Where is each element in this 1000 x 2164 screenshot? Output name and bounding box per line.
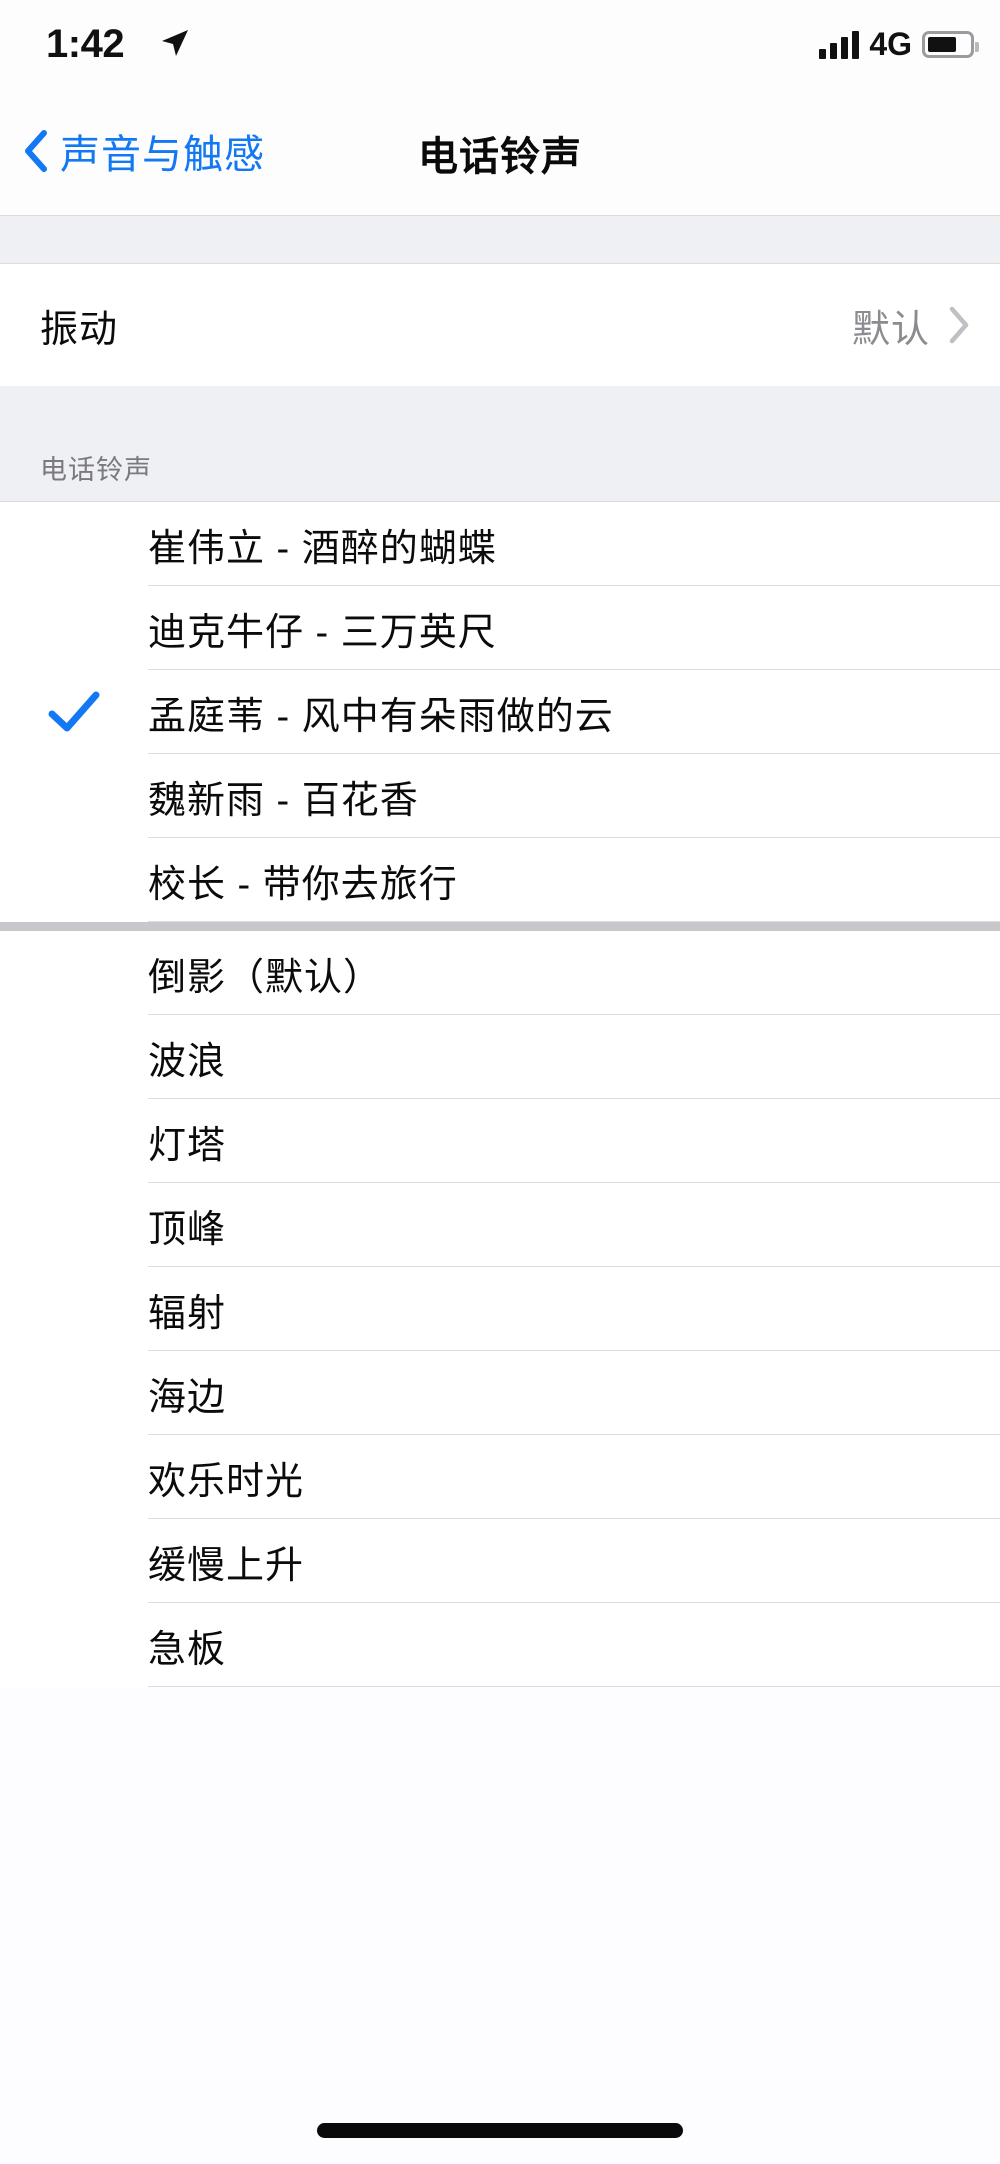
default-ringtone-row[interactable]: 倒影（默认） xyxy=(0,931,1000,1015)
status-bar: 1:42 4G xyxy=(0,0,1000,96)
list-section-divider xyxy=(0,922,1000,931)
vibration-row[interactable]: 振动 默认 xyxy=(0,264,1000,386)
default-ringtone-list: 倒影（默认） 波浪灯塔顶峰辐射海边欢乐时光缓慢上升急板 xyxy=(0,931,1000,1687)
custom-ringtone-row[interactable]: 魏新雨 - 百花香 xyxy=(0,754,1000,838)
default-ringtone-row[interactable]: 急板 xyxy=(0,1603,1000,1687)
default-ringtone-row[interactable]: 顶峰 xyxy=(0,1183,1000,1267)
default-ringtone-row[interactable]: 欢乐时光 xyxy=(0,1435,1000,1519)
custom-ringtone-label: 魏新雨 - 百花香 xyxy=(148,779,419,822)
custom-ringtone-label: 迪克牛仔 - 三万英尺 xyxy=(148,611,497,654)
vibration-value: 默认 xyxy=(851,308,930,351)
default-ringtone-row[interactable]: 缓慢上升 xyxy=(0,1519,1000,1603)
default-ringtone-label: 倒影（默认） xyxy=(148,956,383,999)
vibration-value-group: 默认 xyxy=(852,298,970,353)
custom-ringtone-row[interactable]: 迪克牛仔 - 三万英尺 xyxy=(0,586,1000,670)
home-indicator[interactable] xyxy=(317,2123,683,2138)
section-gap-top xyxy=(0,216,1000,264)
location-arrow-icon xyxy=(160,28,190,58)
custom-ringtone-list: 崔伟立 - 酒醉的蝴蝶 迪克牛仔 - 三万英尺孟庭苇 - 风中有朵雨做的云 魏新雨 … xyxy=(0,502,1000,922)
vibration-label: 振动 xyxy=(40,308,119,351)
checkmark-icon xyxy=(0,690,148,734)
page-title: 电话铃声 xyxy=(418,135,582,179)
default-ringtone-label: 顶峰 xyxy=(148,1208,227,1251)
default-ringtone-label: 欢乐时光 xyxy=(148,1460,305,1503)
ios-ringtone-settings-screen: 1:42 4G 声音与触感 电话铃声 振动 默认 电话铃声 崔伟立 - 酒醉的蝴… xyxy=(0,0,1000,2164)
custom-ringtone-label: 孟庭苇 - 风中有朵雨做的云 xyxy=(148,695,614,738)
battery-icon xyxy=(922,31,979,58)
default-ringtone-label: 辐射 xyxy=(148,1292,227,1335)
custom-ringtone-row[interactable]: 崔伟立 - 酒醉的蝴蝶 xyxy=(0,502,1000,586)
default-ringtone-row[interactable]: 辐射 xyxy=(0,1267,1000,1351)
default-ringtone-label: 急板 xyxy=(148,1628,227,1671)
default-ringtone-label: 海边 xyxy=(148,1376,227,1419)
default-ringtone-row[interactable]: 海边 xyxy=(0,1351,1000,1435)
custom-ringtone-label: 校长 - 带你去旅行 xyxy=(148,863,458,906)
default-ringtone-label: 波浪 xyxy=(148,1040,227,1083)
status-bar-time: 1:42 xyxy=(46,22,125,66)
custom-ringtone-row[interactable]: 校长 - 带你去旅行 xyxy=(0,838,1000,922)
custom-ringtone-label: 崔伟立 - 酒醉的蝴蝶 xyxy=(148,527,497,570)
custom-ringtone-row[interactable]: 孟庭苇 - 风中有朵雨做的云 xyxy=(0,670,1000,754)
section-header-ringtones: 电话铃声 xyxy=(0,386,1000,502)
default-ringtone-label: 灯塔 xyxy=(148,1124,227,1167)
chevron-right-icon xyxy=(948,306,970,344)
navigation-bar: 声音与触感 电话铃声 xyxy=(0,96,1000,216)
network-type-label: 4G xyxy=(869,26,912,62)
default-ringtone-label: 缓慢上升 xyxy=(148,1544,305,1587)
cellular-signal-icon xyxy=(819,30,860,59)
status-bar-indicators: 4G xyxy=(819,26,979,63)
default-ringtone-row[interactable]: 波浪 xyxy=(0,1015,1000,1099)
default-ringtone-row[interactable]: 灯塔 xyxy=(0,1099,1000,1183)
